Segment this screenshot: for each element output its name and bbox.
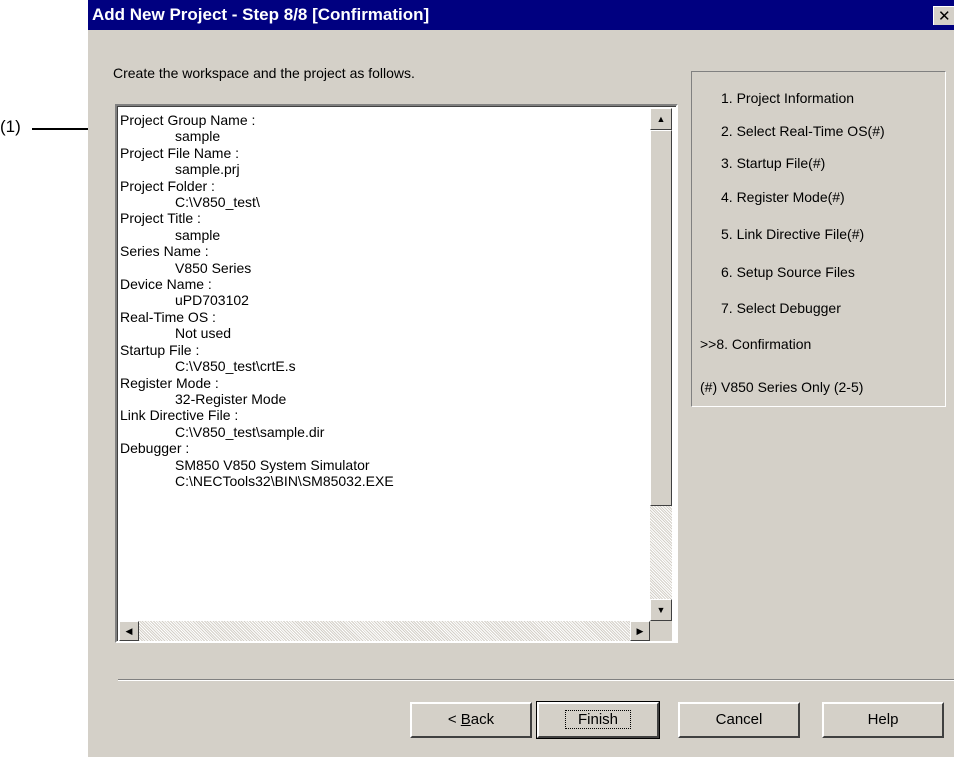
back-button-prefix: <	[447, 711, 461, 728]
scroll-left-icon[interactable]: ◀	[119, 621, 139, 641]
summary-row: C:\V850_test\sample.dir	[175, 423, 325, 440]
cancel-button[interactable]: Cancel	[678, 702, 800, 738]
step-item: 3. Startup File(#)	[721, 155, 826, 171]
summary-row: Project Title :	[120, 210, 201, 227]
scroll-right-icon[interactable]: ▶	[630, 621, 650, 641]
steps-footnote: (#) V850 Series Only (2-5)	[700, 379, 864, 395]
summary-row: C:\V850_test\crtE.s	[175, 358, 296, 375]
step-item: 7. Select Debugger	[721, 300, 841, 316]
help-button[interactable]: Help	[822, 702, 944, 738]
summary-row: Series Name :	[120, 243, 209, 260]
summary-row: Register Mode :	[120, 374, 219, 391]
vertical-scrollbar[interactable]: ▲ ▼	[650, 108, 672, 621]
scrollbar-corner	[650, 621, 672, 641]
callout-label: (1)	[0, 117, 21, 136]
horizontal-scrollbar[interactable]: ◀ ▶	[119, 621, 650, 641]
summary-row: Startup File :	[120, 341, 200, 358]
project-summary-listbox[interactable]: Project Group Name : sample Project File N…	[115, 104, 678, 643]
scroll-up-icon[interactable]: ▲	[650, 108, 672, 130]
add-new-project-dialog: Add New Project - Step 8/8 [Confirmation…	[88, 0, 954, 757]
back-button[interactable]: < Back	[410, 702, 532, 738]
summary-row: sample	[175, 226, 221, 243]
summary-row: Link Directive File :	[120, 407, 239, 424]
summary-row: Real-Time OS :	[120, 308, 216, 325]
summary-row: 32-Register Mode	[175, 390, 287, 407]
step-item: 6. Setup Source Files	[721, 264, 855, 280]
separator	[118, 679, 954, 681]
summary-row: Project File Name :	[120, 144, 240, 161]
back-button-label: ack	[470, 711, 495, 728]
summary-row: Not used	[175, 325, 232, 342]
summary-content: Project Group Name : sample Project File N…	[120, 112, 650, 617]
step-item: 4. Register Mode(#)	[721, 189, 845, 205]
summary-row: SM850 V850 System Simulator	[175, 456, 370, 473]
summary-row: sample.prj	[175, 161, 240, 178]
close-icon[interactable]: ✕	[933, 6, 954, 25]
back-button-mnemonic: B	[460, 711, 471, 728]
step-item: 2. Select Real-Time OS(#)	[721, 123, 885, 139]
vertical-scroll-thumb[interactable]	[650, 130, 672, 506]
step-item: 1. Project Information	[721, 90, 855, 106]
summary-row: Project Group Name :	[120, 112, 256, 128]
summary-row: C:\NECTools32\BIN\SM85032.EXE	[175, 472, 394, 489]
steps-panel: 1. Project Information 2. Select Real-Tim…	[691, 71, 946, 407]
summary-row: Project Folder :	[120, 177, 215, 194]
summary-row: sample	[175, 128, 221, 145]
summary-row: uPD703102	[175, 292, 249, 309]
summary-row: V850 Series	[175, 259, 252, 276]
scroll-down-icon[interactable]: ▼	[650, 599, 672, 621]
summary-row: C:\V850_test\	[175, 194, 260, 211]
step-item: >>8. Confirmation	[700, 336, 812, 352]
dialog-title: Add New Project - Step 8/8 [Confirmation…	[92, 5, 430, 24]
finish-button[interactable]: Finish	[536, 701, 660, 739]
finish-button-label: Finish	[564, 710, 631, 729]
summary-row: Debugger :	[120, 440, 190, 457]
callout-arrow-line	[32, 128, 90, 130]
summary-row: Device Name :	[120, 276, 212, 293]
instruction-text: Create the workspace and the project as …	[113, 65, 415, 81]
title-bar: Add New Project - Step 8/8 [Confirmation…	[88, 0, 954, 30]
step-item: 5. Link Directive File(#)	[721, 226, 865, 242]
